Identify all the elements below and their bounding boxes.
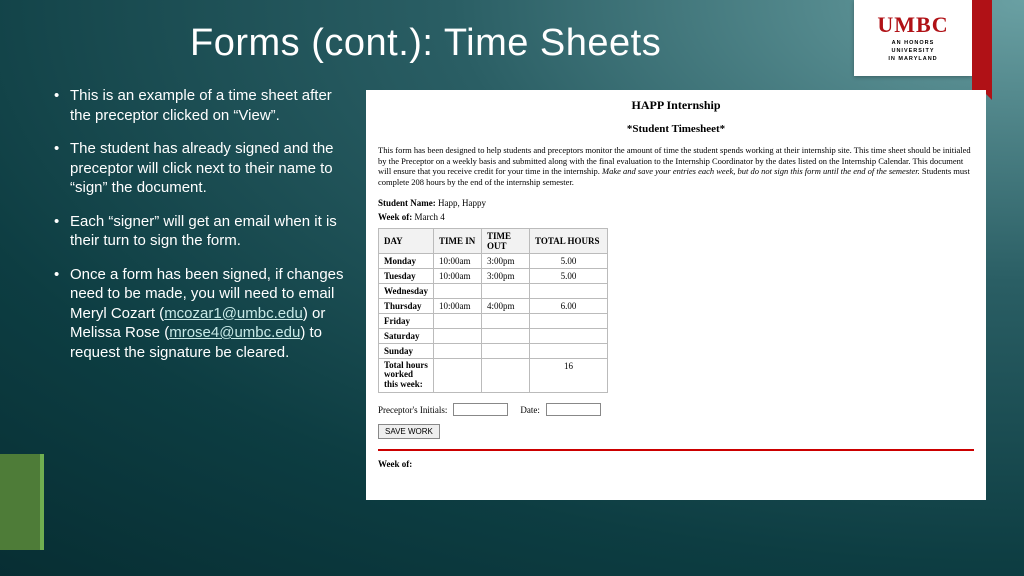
initials-input[interactable] [453,403,508,416]
bullet-4: Once a form has been signed, if changes … [54,265,344,363]
bullet-2: The student has already signed and the p… [54,139,344,198]
divider-line [378,449,974,451]
bullet-1: This is an example of a time sheet after… [54,86,344,125]
umbc-logo: UMBC AN HONORS UNIVERSITY IN MARYLAND [854,0,972,76]
week-of-field: Week of: March 4 [378,212,974,222]
sheet-subtitle: *Student Timesheet* [378,123,974,135]
table-row: Sunday [379,343,608,358]
timesheet-screenshot: HAPP Internship *Student Timesheet* This… [366,90,986,500]
logo-word: UMBC [877,12,948,38]
sheet-title: HAPP Internship [378,98,974,113]
save-work-button[interactable]: SAVE WORK [378,424,440,439]
total-value: 16 [530,358,608,393]
email-link-rose[interactable]: mrose4@umbc.edu [169,324,300,341]
timesheet-table: DAY TIME IN TIME OUT TOTAL HOURS Monday1… [378,228,608,394]
week-of-2: Week of: [378,459,974,469]
date-input[interactable] [546,403,601,416]
table-row: Friday [379,313,608,328]
initials-label: Preceptor's Initials: [378,405,447,415]
th-day: DAY [379,228,434,253]
initials-row: Preceptor's Initials: Date: [378,403,974,416]
th-timein: TIME IN [434,228,482,253]
sheet-instructions: This form has been designed to help stud… [378,145,974,188]
bullet-3: Each “signer” will get an email when it … [54,212,344,251]
name-value: Happ, Happy [438,198,486,208]
table-row: Saturday [379,328,608,343]
table-row: Wednesday [379,283,608,298]
accent-bar [0,454,44,550]
week-label: Week of: [378,212,412,222]
total-label: Total hours worked this week: [379,358,434,393]
ribbon-decoration [972,0,992,90]
date-label: Date: [520,405,540,415]
slide-title: Forms (cont.): Time Sheets [190,22,661,65]
table-row: Tuesday10:00am3:00pm5.00 [379,268,608,283]
th-total: TOTAL HOURS [530,228,608,253]
table-header-row: DAY TIME IN TIME OUT TOTAL HOURS [379,228,608,253]
bullet-1-text: This is an example of a time sheet after… [70,87,332,124]
bullet-3-text: Each “signer” will get an email when it … [70,213,337,250]
student-name-field: Student Name: Happ, Happy [378,198,974,208]
table-row: Monday10:00am3:00pm5.00 [379,253,608,268]
total-row: Total hours worked this week: 16 [379,358,608,393]
table-row: Thursday10:00am4:00pm6.00 [379,298,608,313]
instr-em: Make and save your entries each week, bu… [602,166,920,176]
bullet-2-text: The student has already signed and the p… [70,140,334,196]
th-timeout: TIME OUT [482,228,530,253]
bullet-list: This is an example of a time sheet after… [54,86,344,376]
logo-subtitle: AN HONORS UNIVERSITY IN MARYLAND [888,40,937,63]
email-link-cozart[interactable]: mcozar1@umbc.edu [164,305,303,322]
week-value: March 4 [415,212,445,222]
name-label: Student Name: [378,198,436,208]
